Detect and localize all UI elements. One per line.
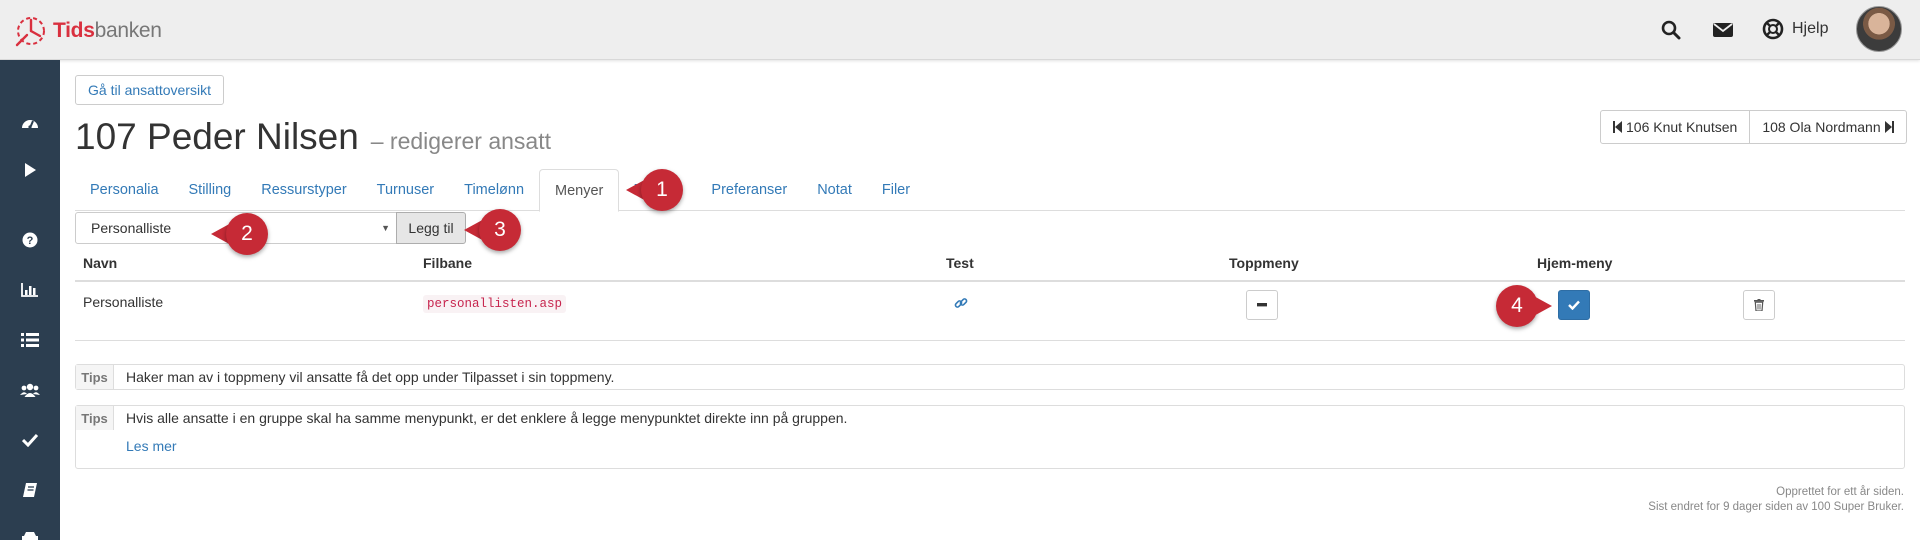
- callout-number: 2: [241, 222, 253, 245]
- callout-number: 1: [656, 178, 668, 201]
- row-path-code: personallisten.asp: [423, 295, 567, 313]
- help-label: Hjelp: [1792, 20, 1829, 37]
- tab-timelonn[interactable]: Timelønn: [449, 169, 539, 211]
- help-button[interactable]: Hjelp: [1762, 18, 1828, 40]
- check-icon: [1568, 300, 1580, 310]
- envelope-icon[interactable]: [1711, 18, 1735, 42]
- tip-text: Haker man av i toppmeny vil ansatte få d…: [126, 369, 615, 385]
- tab-filer[interactable]: Filer: [867, 169, 925, 211]
- trash-icon: [1754, 299, 1764, 311]
- modified-info: Sist endret for 9 dager siden av 100 Sup…: [1648, 501, 1904, 513]
- step-forward-icon: [1884, 121, 1894, 133]
- lifebuoy-icon: [1762, 18, 1784, 40]
- top-navbar: Tidsbanken Hjelp: [0, 0, 1920, 60]
- tab-menyer[interactable]: Menyer: [539, 169, 620, 212]
- user-avatar[interactable]: [1856, 6, 1902, 52]
- next-employee-button[interactable]: 108 Ola Nordmann: [1750, 110, 1907, 144]
- play-icon[interactable]: [18, 158, 42, 182]
- column-header-topmenu: Toppmeny: [1229, 255, 1299, 271]
- tab-notat[interactable]: Notat: [802, 169, 867, 211]
- callout-4: 4: [1496, 285, 1552, 327]
- tip-label: Tips: [76, 365, 114, 389]
- callout-2: 2: [211, 213, 268, 255]
- go-to-employee-overview-button[interactable]: Gå til ansattoversikt: [75, 75, 224, 105]
- next-employee-label: 108 Ola Nordmann: [1762, 119, 1881, 135]
- tab-turnuser[interactable]: Turnuser: [362, 169, 449, 211]
- tab-bar: Personalia Stilling Ressurstyper Turnuse…: [75, 169, 1905, 212]
- table-header-divider: [75, 280, 1905, 282]
- employee-name: 107 Peder Nilsen: [75, 116, 359, 157]
- minus-icon: [1257, 303, 1267, 307]
- svg-text:?: ?: [27, 235, 34, 247]
- previous-employee-label: 106 Knut Knutsen: [1626, 119, 1738, 135]
- book-icon[interactable]: [18, 478, 42, 502]
- users-icon[interactable]: [18, 378, 42, 402]
- brand-name: Tidsbanken: [53, 19, 162, 43]
- add-menu-button[interactable]: Legg til: [396, 212, 466, 244]
- column-header-path: Filbane: [423, 255, 473, 271]
- menu-select-value: Personalliste: [91, 220, 172, 236]
- callout-number: 4: [1511, 294, 1523, 317]
- tip-text: Hvis alle ansatte i en gruppe skal ha sa…: [126, 410, 848, 426]
- check-icon[interactable]: [18, 428, 42, 452]
- tip-label: Tips: [76, 406, 114, 430]
- tip-box: Tips Hvis alle ansatte i en gruppe skal …: [75, 405, 1905, 469]
- tab-personalia[interactable]: Personalia: [75, 169, 174, 211]
- callout-3: 3: [464, 209, 521, 251]
- column-header-test: Test: [946, 255, 974, 271]
- delete-button[interactable]: [1743, 290, 1775, 320]
- car-icon[interactable]: [18, 526, 42, 540]
- search-icon[interactable]: [1659, 18, 1683, 42]
- caret-down-icon: ▼: [381, 223, 390, 233]
- row-path: personallisten.asp: [423, 294, 567, 313]
- dashboard-icon[interactable]: [18, 110, 42, 134]
- clock-logo-icon: [15, 17, 45, 47]
- homemenu-toggle-button[interactable]: [1558, 290, 1590, 320]
- page-subtitle: – redigerer ansatt: [370, 128, 552, 154]
- page-title: 107 Peder Nilsen – redigerer ansatt: [75, 116, 551, 158]
- list-icon[interactable]: [18, 328, 42, 352]
- tab-ressurstyper[interactable]: Ressurstyper: [246, 169, 361, 211]
- created-info: Opprettet for ett år siden.: [1776, 486, 1904, 498]
- link-icon[interactable]: [954, 296, 968, 313]
- tab-stilling[interactable]: Stilling: [174, 169, 247, 211]
- employee-navigation: 106 Knut Knutsen 108 Ola Nordmann: [1600, 110, 1907, 144]
- tip-box: Tips Haker man av i toppmeny vil ansatte…: [75, 364, 1905, 390]
- sidebar: ?: [0, 60, 60, 540]
- column-header-homemenu: Hjem-meny: [1537, 255, 1613, 271]
- brand-name-regular: banken: [94, 19, 162, 42]
- step-backward-icon: [1613, 121, 1622, 133]
- question-icon[interactable]: ?: [18, 228, 42, 252]
- tab-preferanser[interactable]: Preferanser: [696, 169, 802, 211]
- table-row-divider: [75, 340, 1905, 341]
- topmenu-toggle-button[interactable]: [1246, 290, 1278, 320]
- callout-1: 1: [626, 169, 683, 211]
- previous-employee-button[interactable]: 106 Knut Knutsen: [1600, 110, 1751, 144]
- callout-number: 3: [494, 218, 506, 241]
- column-header-name: Navn: [83, 255, 118, 271]
- bar-chart-icon[interactable]: [18, 278, 42, 302]
- read-more-link[interactable]: Les mer: [126, 438, 177, 454]
- brand-name-bold: Tids: [53, 19, 95, 42]
- row-name: Personalliste: [83, 294, 164, 310]
- tidsbanken-logo[interactable]: Tidsbanken: [14, 14, 162, 48]
